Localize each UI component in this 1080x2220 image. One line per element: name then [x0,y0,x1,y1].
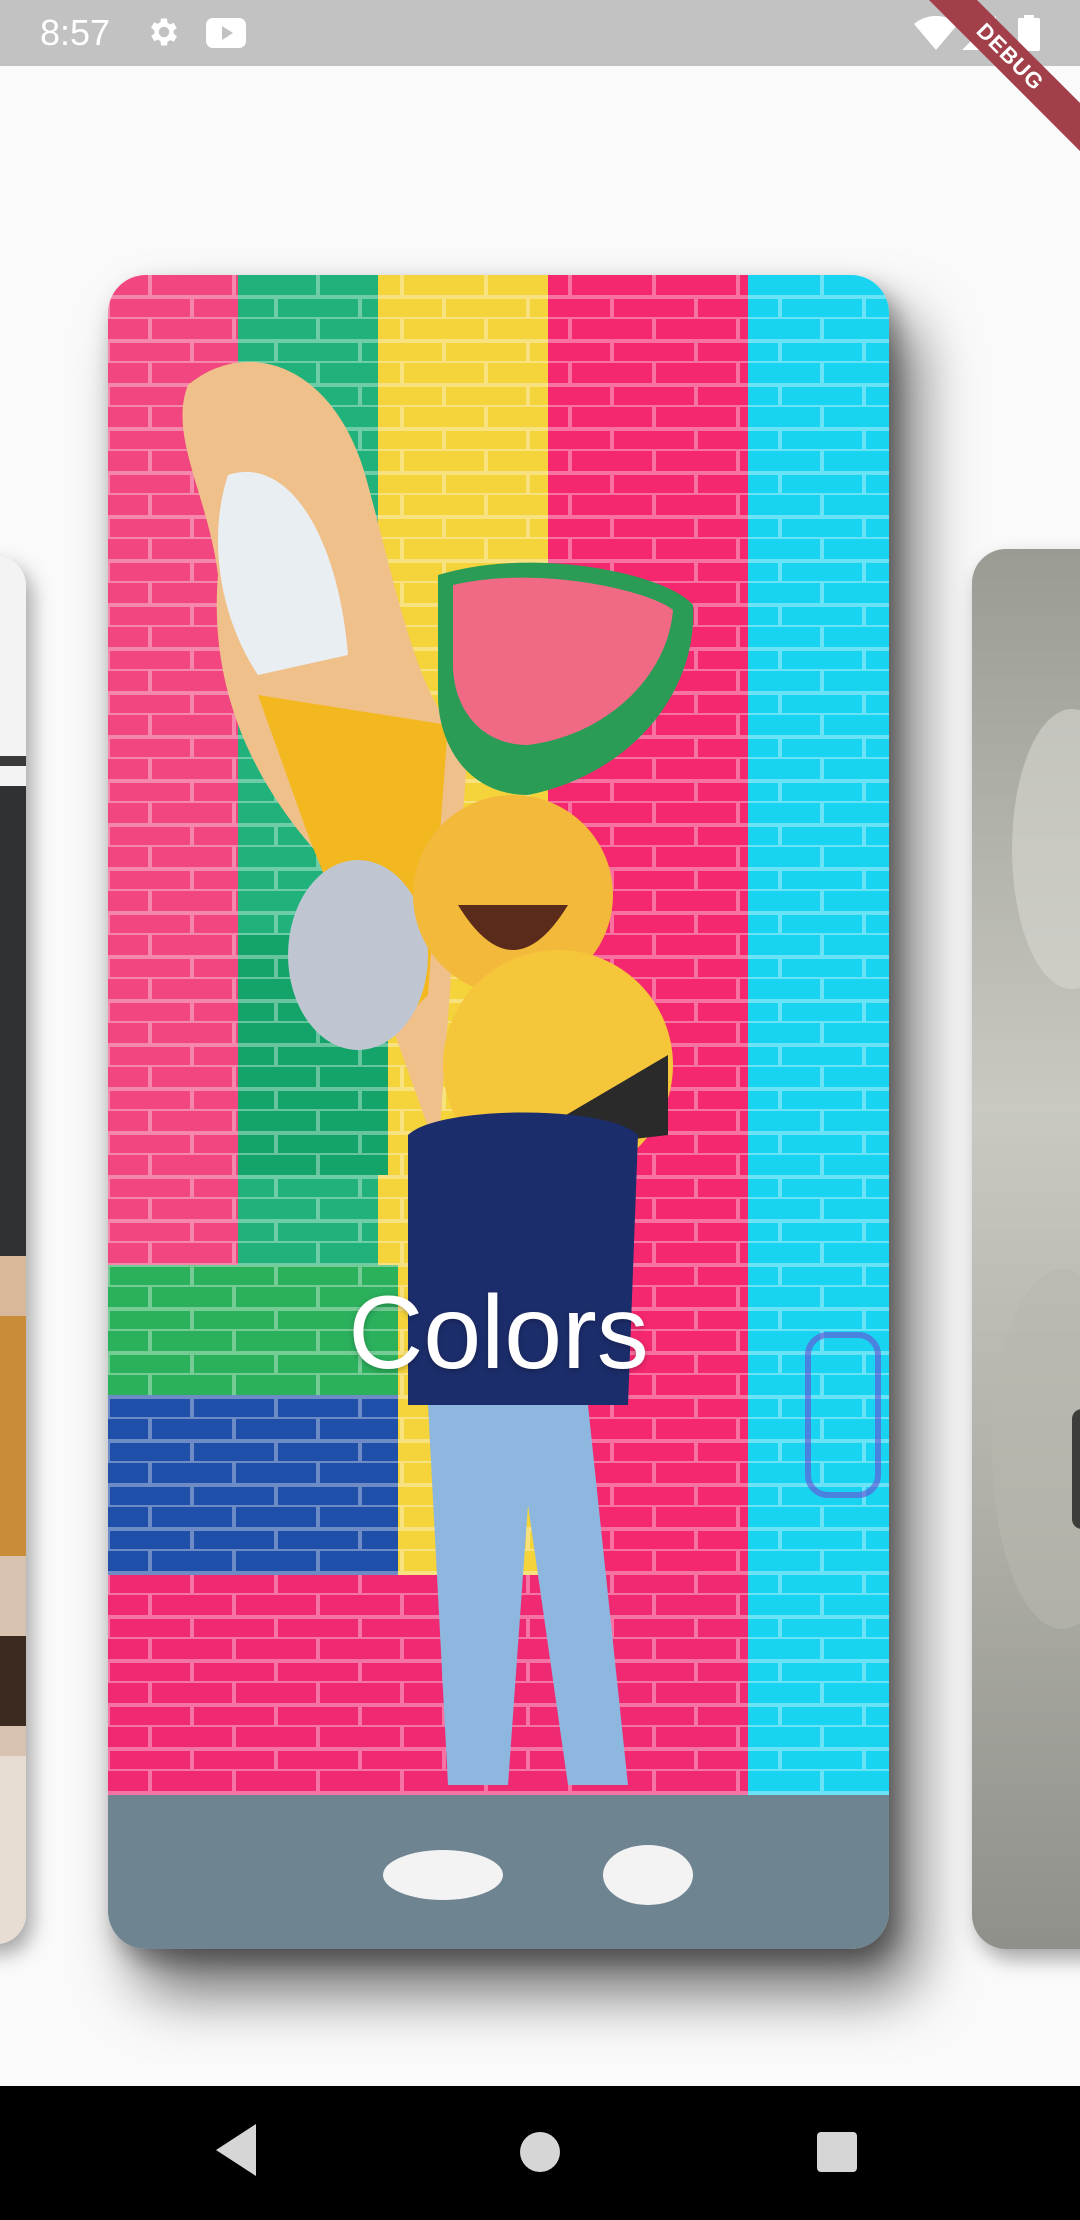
home-icon[interactable] [518,2130,562,2174]
gear-icon [151,18,177,46]
carousel-card-right[interactable] [972,549,1080,1949]
card-carousel[interactable]: Colors [0,66,1080,2086]
status-bar: 8:57 [0,0,1080,66]
card-left-image [0,556,26,1944]
system-nav-bar [0,2086,1080,2220]
back-icon[interactable] [212,2122,262,2178]
card-main-image [108,275,889,1949]
carousel-card-left[interactable] [0,556,26,1944]
card-title: Colors [348,1275,649,1391]
status-time: 8:57 [40,12,111,53]
card-right-image [972,549,1080,1949]
carousel-card-main[interactable]: Colors [108,275,889,1949]
recents-icon[interactable] [816,2131,858,2173]
youtube-icon [206,18,246,48]
